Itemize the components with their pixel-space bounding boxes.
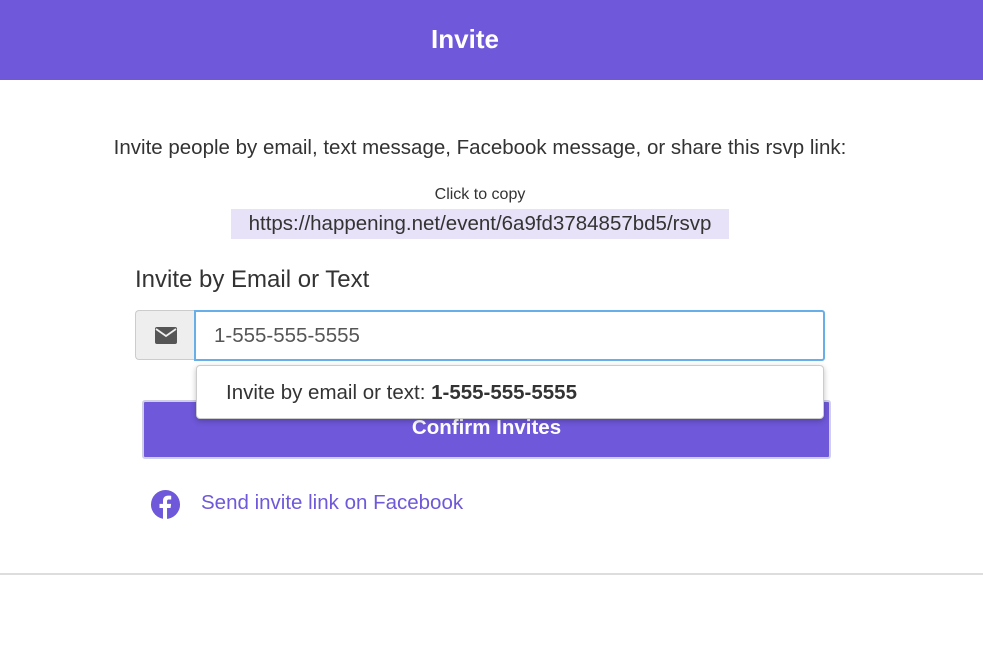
divider — [0, 573, 983, 575]
facebook-icon — [150, 489, 181, 520]
page-title: Invite — [431, 24, 499, 54]
header-bar: Invite — [0, 0, 983, 80]
invite-instructions: Invite people by email, text message, Fa… — [113, 136, 847, 159]
invite-suggestion-item[interactable]: Invite by email or text: 1-555-555-5555 — [196, 365, 824, 419]
suggestion-value: 1-555-555-5555 — [431, 381, 577, 404]
invite-email-text-input[interactable] — [194, 310, 825, 361]
envelope-icon — [155, 327, 177, 344]
input-addon — [135, 310, 194, 360]
rsvp-link-copy[interactable]: https://happening.net/event/6a9fd3784857… — [231, 209, 729, 239]
suggestion-prefix: Invite by email or text: — [226, 381, 432, 404]
copy-hint: Click to copy — [434, 186, 526, 203]
invite-section-title: Invite by Email or Text — [135, 266, 370, 293]
facebook-invite-label: Send invite link on Facebook — [201, 491, 464, 514]
